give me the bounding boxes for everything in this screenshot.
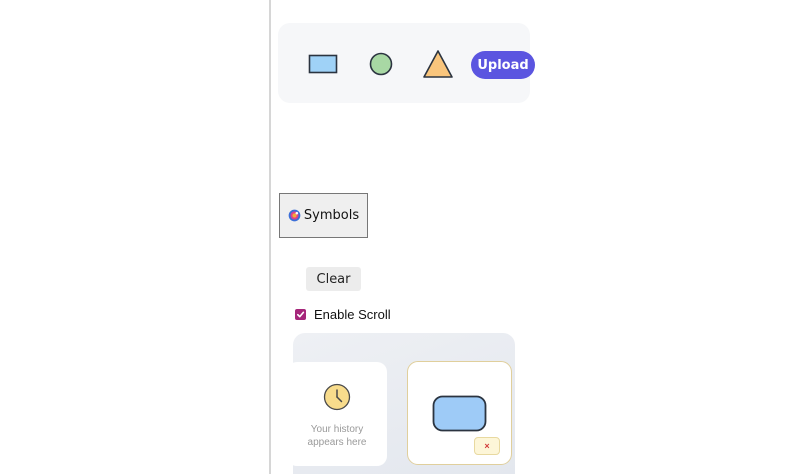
symbols-button-label: Symbols: [303, 208, 360, 223]
history-empty-text: Your history appears here: [307, 424, 367, 448]
rectangle-shape-button[interactable]: [299, 40, 347, 88]
enable-scroll-label: Enable Scroll: [314, 306, 391, 322]
circle-shape-button[interactable]: [357, 40, 405, 88]
symbols-button[interactable]: Symbols: [279, 193, 368, 238]
circle-icon: [369, 52, 393, 76]
enable-scroll-checkbox[interactable]: [295, 308, 306, 320]
upload-button[interactable]: Upload: [471, 51, 535, 79]
clear-button[interactable]: Clear: [306, 267, 361, 291]
history-panel[interactable]: Your history appears here ×: [293, 333, 515, 474]
history-item[interactable]: ×: [407, 361, 512, 465]
rectangle-icon: [308, 54, 338, 74]
history-empty-card: Your history appears here: [293, 362, 387, 466]
remove-history-item-button[interactable]: ×: [474, 437, 500, 455]
triangle-shape-button[interactable]: [414, 40, 462, 88]
triangle-icon: [423, 50, 453, 78]
checkmark-icon: [296, 311, 305, 317]
rounded-rectangle-icon: [432, 395, 487, 432]
clock-icon: [323, 383, 351, 411]
enable-scroll-row: Enable Scroll: [295, 305, 391, 323]
panel-divider: [269, 0, 271, 474]
palette-icon: [288, 209, 301, 222]
